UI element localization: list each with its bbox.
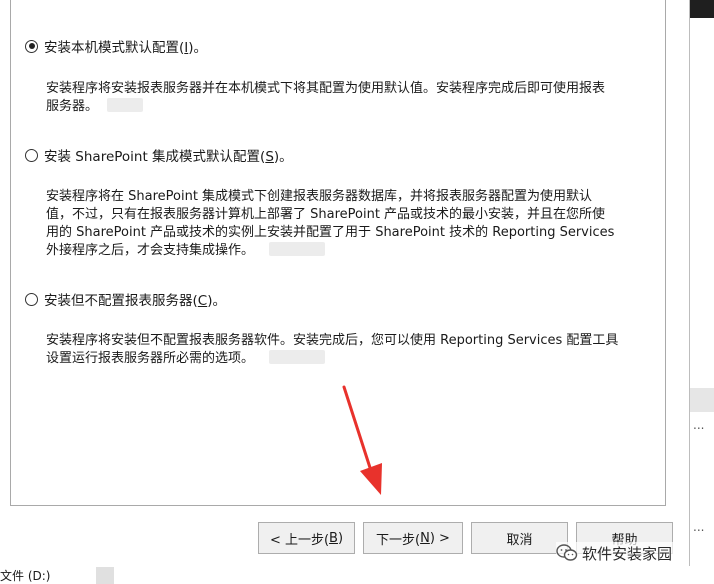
blur-smudge <box>107 98 143 112</box>
description-line: 安装程序将安装报表服务器并在本机模式下将其配置为使用默认值。安装程序完成后即可使… <box>46 81 606 96</box>
background-drive-label: 文件 (D:) <box>0 569 51 583</box>
description-line: 用的 SharePoint 产品或技术的实例上安装并配置了用于 SharePoi… <box>46 225 615 240</box>
radio-install-only[interactable] <box>25 292 38 306</box>
wechat-icon <box>556 544 578 561</box>
description-line: 值，不过，只有在报表服务器计算机上部署了 SharePoint 产品或技术的最小… <box>46 207 606 222</box>
description-line: 安装程序将安装但不配置报表服务器软件。安装完成后，您可以使用 Reporting… <box>46 333 619 348</box>
background-gray-block <box>690 388 714 412</box>
option-install-only[interactable]: 安装但不配置报表服务器(C)。 <box>25 289 226 309</box>
cancel-button[interactable]: 取消 <box>471 522 568 554</box>
option-native-mode[interactable]: 安装本机模式默认配置(I)。 <box>25 36 207 56</box>
background-window <box>690 0 714 584</box>
watermark-text: 软件安装家园 <box>582 544 673 563</box>
background-ellipsis: ... <box>693 520 705 534</box>
background-ellipsis: ... <box>693 418 705 432</box>
description-line: 外接程序之后，才会支持集成操作。 <box>46 243 255 258</box>
next-button[interactable]: 下一步(N) > <box>363 522 463 554</box>
description-line: 设置运行报表服务器所必需的选项。 <box>46 351 255 366</box>
red-arrow-annotation <box>342 385 382 495</box>
blur-smudge <box>269 350 325 364</box>
background-gray-block <box>96 567 114 584</box>
watermark: 软件安装家园 <box>556 542 677 564</box>
setup-dialog: 安装本机模式默认配置(I)。 安装程序将安装报表服务器并在本机模式下将其配置为使… <box>0 0 690 566</box>
radio-sharepoint-mode[interactable] <box>25 148 38 162</box>
blur-smudge <box>269 242 325 256</box>
background-dark-block <box>690 0 714 18</box>
option-sharepoint-mode-description: 安装程序将在 SharePoint 集成模式下创建报表服务器数据库，并将报表服务… <box>46 188 666 260</box>
option-install-only-description: 安装程序将安装但不配置报表服务器软件。安装完成后，您可以使用 Reporting… <box>46 332 666 368</box>
option-sharepoint-mode-label: 安装 SharePoint 集成模式默认配置(S)。 <box>44 149 293 165</box>
back-button[interactable]: < 上一步(B) <box>258 522 355 554</box>
radio-native-mode[interactable] <box>25 39 38 53</box>
option-sharepoint-mode[interactable]: 安装 SharePoint 集成模式默认配置(S)。 <box>25 145 293 165</box>
description-line: 安装程序将在 SharePoint 集成模式下创建报表服务器数据库，并将报表服务… <box>46 189 593 204</box>
option-install-only-label: 安装但不配置报表服务器(C)。 <box>44 293 226 309</box>
option-native-mode-label: 安装本机模式默认配置(I)。 <box>44 40 208 56</box>
